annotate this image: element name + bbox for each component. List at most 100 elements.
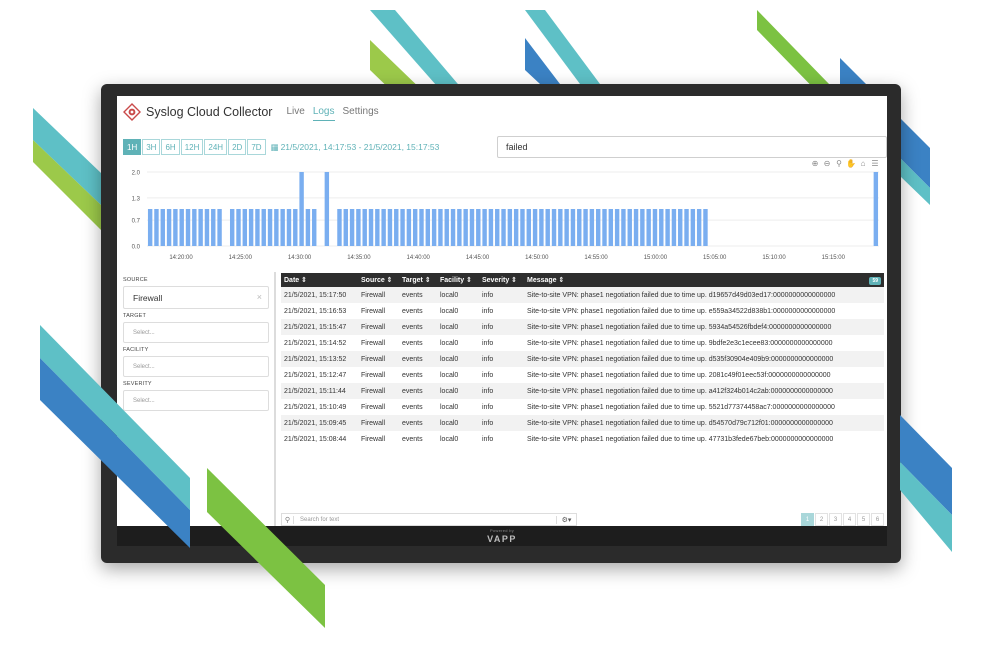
chart-bar <box>431 209 437 246</box>
cell-target: events <box>402 339 423 347</box>
range-6h-button[interactable]: 6H <box>161 139 180 155</box>
cell-target: events <box>402 355 423 363</box>
table-row[interactable]: 21/5/2021, 15:13:52 Firewall events local0 i… <box>281 351 884 367</box>
cell-date: 21/5/2021, 15:14:52 <box>284 339 347 347</box>
chart-bar <box>520 209 525 246</box>
cell-facility: local0 <box>440 435 459 443</box>
table-row[interactable]: 21/5/2021, 15:10:49 Firewall events local0 i… <box>281 399 884 415</box>
chart-bar <box>678 209 683 246</box>
filter-facility-select[interactable]: Select... <box>123 356 269 377</box>
cell-severity: info <box>482 291 494 299</box>
chart-bar <box>274 209 279 246</box>
gear-icon[interactable]: ⚙▾ <box>556 515 576 524</box>
chart-bar <box>280 209 285 246</box>
chart-bar <box>526 209 531 246</box>
page-2-button[interactable]: 2 <box>815 513 828 526</box>
x-tick-label: 14:20:00 <box>169 255 193 261</box>
table-row[interactable]: 21/5/2021, 15:17:50 Firewall events local0 i… <box>281 287 884 303</box>
filter-source-select[interactable]: Firewall × <box>123 286 269 309</box>
range-7d-button[interactable]: 7D <box>247 139 266 155</box>
log-table-container: Date ⇕ Source ⇕ Target ⇕ Facility ⇕ Seve… <box>281 273 884 447</box>
cell-message: Site-to-site VPN: phase1 negotiation fai… <box>527 323 832 331</box>
page-5-button[interactable]: 5 <box>857 513 870 526</box>
log-search-input[interactable]: failed <box>497 136 887 158</box>
chart-bar <box>495 209 500 246</box>
filter-severity-select[interactable]: Select... <box>123 390 269 411</box>
panel-divider[interactable] <box>274 272 276 526</box>
chart-bar <box>513 209 519 246</box>
page-1-button[interactable]: 1 <box>801 513 814 526</box>
table-header-row: Date ⇕ Source ⇕ Target ⇕ Facility ⇕ Seve… <box>281 273 884 287</box>
filter-target-select[interactable]: Select... <box>123 322 269 343</box>
y-tick-label: 0.0 <box>132 245 141 251</box>
range-3h-button[interactable]: 3H <box>142 139 161 155</box>
col-source-header[interactable]: Source ⇕ <box>358 273 399 287</box>
table-row[interactable]: 21/5/2021, 15:16:53 Firewall events local0 i… <box>281 303 884 319</box>
chart-bar <box>558 209 563 246</box>
table-row[interactable]: 21/5/2021, 15:11:44 Firewall events local0 i… <box>281 383 884 399</box>
col-facility-header[interactable]: Facility ⇕ <box>437 273 479 287</box>
x-tick-label: 15:00:00 <box>644 255 668 261</box>
text-search-bar: ⚲ Search for text ⚙▾ <box>281 513 577 526</box>
range-1h-button[interactable]: 1H <box>123 139 142 155</box>
search-icon: ⚲ <box>282 515 294 524</box>
clear-icon[interactable]: × <box>257 292 262 302</box>
col-date-header[interactable]: Date ⇕ <box>281 273 358 287</box>
table-row[interactable]: 21/5/2021, 15:08:44 Firewall events local0 i… <box>281 431 884 447</box>
cell-message: Site-to-site VPN: phase1 negotiation fai… <box>527 291 836 299</box>
ribbon-green-left-top <box>33 140 101 230</box>
cell-message: Site-to-site VPN: phase1 negotiation fai… <box>527 419 833 427</box>
table-row[interactable]: 21/5/2021, 15:14:52 Firewall events local0 i… <box>281 335 884 351</box>
chart-bar <box>602 209 607 246</box>
chart-bar <box>457 209 462 246</box>
chart-bar <box>589 209 595 246</box>
page-4-button[interactable]: 4 <box>843 513 856 526</box>
events-bar-chart: 2.0 1.3 0.7 0.0 14:20:00 14:25:00 14:30:00 14:3… <box>132 171 879 261</box>
cell-facility: local0 <box>440 419 459 427</box>
nav-live[interactable]: Live <box>286 103 304 121</box>
col-target-header[interactable]: Target ⇕ <box>399 273 437 287</box>
cell-target: events <box>402 371 423 379</box>
ribbon-teal-left-top <box>33 108 101 205</box>
range-12h-button[interactable]: 12H <box>180 139 204 155</box>
range-2d-button[interactable]: 2D <box>228 139 247 155</box>
chart-bar <box>147 209 153 246</box>
page-6-button[interactable]: 6 <box>871 513 884 526</box>
chart-bar <box>684 209 689 246</box>
chart-bar <box>362 209 367 246</box>
cell-target: events <box>402 419 423 427</box>
cell-severity: info <box>482 403 494 411</box>
chart-bar <box>185 209 191 246</box>
y-tick-label: 2.0 <box>132 171 141 177</box>
cell-target: events <box>402 403 423 411</box>
chart-bar <box>532 209 538 246</box>
chart-bar <box>248 209 254 246</box>
cell-source: Firewall <box>361 339 386 347</box>
col-message-header[interactable]: Message ⇕ 59 <box>524 273 884 287</box>
cell-facility: local0 <box>440 371 459 379</box>
text-search-input[interactable]: Search for text <box>294 517 556 523</box>
log-table: Date ⇕ Source ⇕ Target ⇕ Facility ⇕ Seve… <box>281 273 884 447</box>
range-24h-button[interactable]: 24H <box>204 139 228 155</box>
cell-date: 21/5/2021, 15:13:52 <box>284 355 347 363</box>
page-3-button[interactable]: 3 <box>829 513 842 526</box>
cell-date: 21/5/2021, 15:15:47 <box>284 323 347 331</box>
cell-severity: info <box>482 323 494 331</box>
chart-bar <box>671 209 677 246</box>
nav-settings[interactable]: Settings <box>343 103 379 121</box>
app-header: Syslog Cloud Collector Live Logs Setting… <box>117 96 887 128</box>
table-row[interactable]: 21/5/2021, 15:15:47 Firewall events local0 i… <box>281 319 884 335</box>
chart-bar <box>229 209 235 246</box>
chart-bar <box>375 209 380 246</box>
table-row[interactable]: 21/5/2021, 15:12:47 Firewall events local0 i… <box>281 367 884 383</box>
nav-logs[interactable]: Logs <box>312 103 335 121</box>
cell-target: events <box>402 387 423 395</box>
table-row[interactable]: 21/5/2021, 15:09:45 Firewall events local0 i… <box>281 415 884 431</box>
date-range-picker[interactable]: ▦ 21/5/2021, 14:17:53 - 21/5/2021, 15:17… <box>271 142 440 153</box>
chart-bar <box>627 209 632 246</box>
cell-severity: info <box>482 387 494 395</box>
cell-date: 21/5/2021, 15:08:44 <box>284 435 347 443</box>
cell-target: events <box>402 291 423 299</box>
col-severity-header[interactable]: Severity ⇕ <box>479 273 524 287</box>
cell-severity: info <box>482 371 494 379</box>
